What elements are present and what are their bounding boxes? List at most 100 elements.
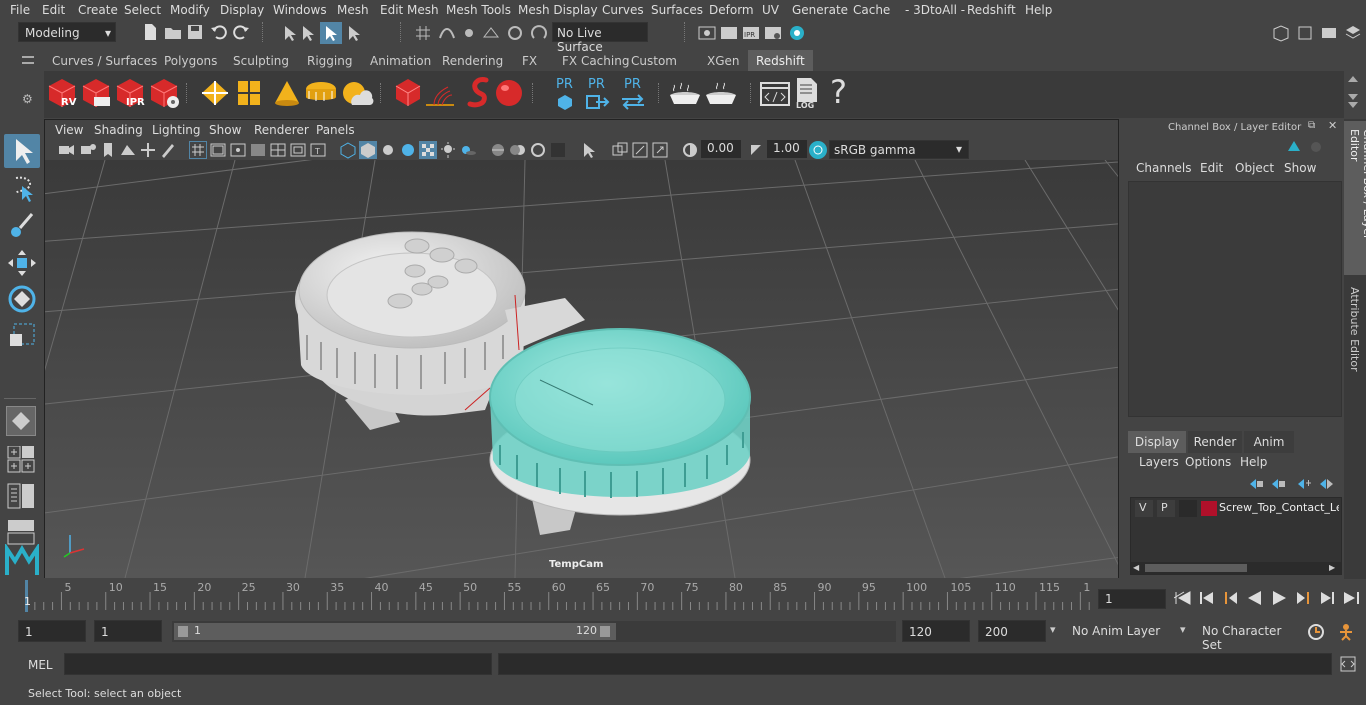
script-editor-icon[interactable]: [1340, 656, 1356, 675]
redo-icon[interactable]: [232, 23, 250, 41]
channel-box-menu-object[interactable]: Object: [1235, 161, 1274, 175]
go-to-end-icon[interactable]: [1342, 590, 1360, 609]
layer-playback-toggle[interactable]: P: [1157, 500, 1175, 517]
color-space-dropdown[interactable]: sRGB gamma ▾: [829, 140, 969, 159]
2d-pan-zoom-icon[interactable]: [139, 141, 157, 159]
snap-point-icon[interactable]: [460, 24, 478, 42]
chevron-down-icon[interactable]: ▾: [1180, 623, 1186, 636]
paint-select-tool-button[interactable]: [6, 210, 38, 243]
range-track[interactable]: 1 120: [172, 621, 896, 642]
image-plane-icon[interactable]: [119, 141, 137, 159]
menu-deform[interactable]: Deform: [709, 3, 754, 17]
layer-menu-help[interactable]: Help: [1240, 455, 1267, 469]
range-start-handle[interactable]: [178, 626, 188, 637]
tab-channel-box[interactable]: Channel Box / Layer Editor: [1344, 121, 1366, 275]
anti-aliasing-icon[interactable]: [529, 141, 547, 159]
shelf-tab-sculpting[interactable]: Sculpting: [225, 50, 297, 71]
mel-input[interactable]: [64, 653, 492, 675]
viewport-scene[interactable]: TempCam: [0, 139, 1346, 661]
animation-preferences-icon[interactable]: [1336, 622, 1356, 645]
step-forward-key-icon[interactable]: [1318, 590, 1336, 609]
menu-uv[interactable]: UV: [762, 3, 779, 17]
bake-pie-settings-icon[interactable]: [704, 81, 738, 110]
layer-row[interactable]: V P Screw_Top_Contact_Le: [1133, 500, 1339, 518]
render-frame-icon[interactable]: [720, 24, 738, 42]
channel-box-display-icon[interactable]: [1286, 139, 1302, 158]
backface-culling-icon[interactable]: [651, 141, 669, 159]
redshift-light-cone-icon[interactable]: [272, 79, 302, 110]
viewport-menu-view[interactable]: View: [55, 123, 83, 137]
go-to-start-icon[interactable]: [1173, 590, 1192, 609]
snap-view-plane-icon[interactable]: [482, 24, 500, 42]
ipr-render-icon[interactable]: IPR: [742, 24, 760, 42]
scroll-right-icon[interactable]: ▶: [1329, 563, 1335, 572]
outliner-layout-icon[interactable]: [6, 482, 36, 515]
menu-curves[interactable]: Curves: [602, 3, 644, 17]
pr-render-icon[interactable]: PR: [552, 77, 580, 111]
shelf-scroll-arrows[interactable]: [1346, 72, 1360, 112]
make-live-icon[interactable]: [530, 24, 548, 42]
default-material-icon[interactable]: [379, 141, 397, 159]
snap-grid-icon[interactable]: [414, 24, 432, 42]
xray-joints-icon[interactable]: [611, 141, 629, 159]
time-ruler[interactable]: 5 10 15 20 25 30 35 40 45 50 55 60 65 70 75 80 85 90 95 100…: [18, 580, 1090, 612]
layer-editor-toggle-icon[interactable]: [1344, 24, 1362, 42]
animation-end-field[interactable]: 200: [978, 620, 1046, 642]
new-scene-icon[interactable]: [142, 23, 160, 41]
field-chart-icon[interactable]: [269, 141, 287, 159]
hypershade-icon[interactable]: [788, 24, 806, 42]
play-backward-icon[interactable]: [1246, 590, 1264, 609]
shelf-tab-animation[interactable]: Animation: [362, 50, 439, 71]
use-all-lights-icon[interactable]: [439, 141, 457, 159]
time-slider[interactable]: 5 10 15 20 25 30 35 40 45 50 55 60 65 70 75 80 85 90 95 100…: [0, 580, 1366, 615]
grease-pencil-icon[interactable]: [159, 141, 177, 159]
workspace-dropdown[interactable]: Modeling ▾: [18, 22, 116, 42]
menu-mesh-tools[interactable]: Mesh Tools: [446, 3, 511, 17]
gate-mask-icon[interactable]: [249, 141, 267, 159]
snap-curve-icon[interactable]: [438, 24, 456, 42]
log-file-icon[interactable]: LOG: [794, 77, 822, 113]
xray-icon[interactable]: [419, 141, 437, 159]
script-editor-icon[interactable]: [760, 81, 790, 110]
menu-redshift[interactable]: Redshift: [967, 3, 1016, 17]
menu-surfaces[interactable]: Surfaces: [651, 3, 703, 17]
redshift-hair-icon[interactable]: [424, 83, 456, 110]
xray-active-components-icon[interactable]: [631, 141, 649, 159]
smooth-shade-icon[interactable]: [359, 141, 377, 159]
play-forward-icon[interactable]: [1270, 590, 1288, 609]
grid-toggle-icon[interactable]: [189, 141, 207, 159]
live-surface-field[interactable]: No Live Surface: [552, 22, 648, 54]
select-camera-icon[interactable]: [57, 141, 75, 159]
float-panel-icon[interactable]: ⧉: [1308, 120, 1315, 131]
shelf-tab-redshift[interactable]: Redshift: [748, 50, 813, 71]
layer-menu-options[interactable]: Options: [1185, 455, 1231, 469]
workspace-toggle-icon[interactable]: [1272, 24, 1290, 42]
menu-cache[interactable]: Cache: [853, 3, 890, 17]
modeling-toolkit-icon[interactable]: [1296, 24, 1314, 42]
menu-create[interactable]: Create: [78, 3, 118, 17]
render-view-icon[interactable]: [698, 24, 716, 42]
viewport-menu-panels[interactable]: Panels: [316, 123, 355, 137]
select-tool-button[interactable]: [4, 134, 40, 168]
menu-select[interactable]: Select: [124, 3, 161, 17]
auto-key-icon[interactable]: [1306, 622, 1326, 645]
range-bar[interactable]: 1 120: [174, 623, 616, 640]
rotate-tool-button[interactable]: [6, 284, 38, 317]
scroll-thumb[interactable]: [1145, 564, 1247, 572]
viewport-panel[interactable]: View Shading Lighting Show Renderer Panels T …: [0, 119, 1346, 661]
menu-file[interactable]: File: [10, 3, 30, 17]
select-by-object-icon[interactable]: [300, 24, 318, 42]
move-layer-down-icon[interactable]: [1270, 476, 1286, 493]
channel-box-menu-channels[interactable]: Channels: [1136, 161, 1192, 175]
menu-help[interactable]: Help: [1025, 3, 1052, 17]
channel-box-status-icon[interactable]: [1308, 139, 1324, 158]
select-by-hierarchy-icon[interactable]: [282, 24, 300, 42]
redshift-matte-sphere-icon[interactable]: [492, 77, 526, 112]
layer-tab-anim[interactable]: Anim: [1244, 431, 1294, 453]
viewport-menu-show[interactable]: Show: [209, 123, 241, 137]
film-gate-icon[interactable]: [209, 141, 227, 159]
screen-space-ao-icon[interactable]: [489, 141, 507, 159]
render-settings-icon[interactable]: [764, 24, 782, 42]
shelf-tab-rigging[interactable]: Rigging: [299, 50, 360, 71]
wireframe-icon[interactable]: [339, 141, 357, 159]
